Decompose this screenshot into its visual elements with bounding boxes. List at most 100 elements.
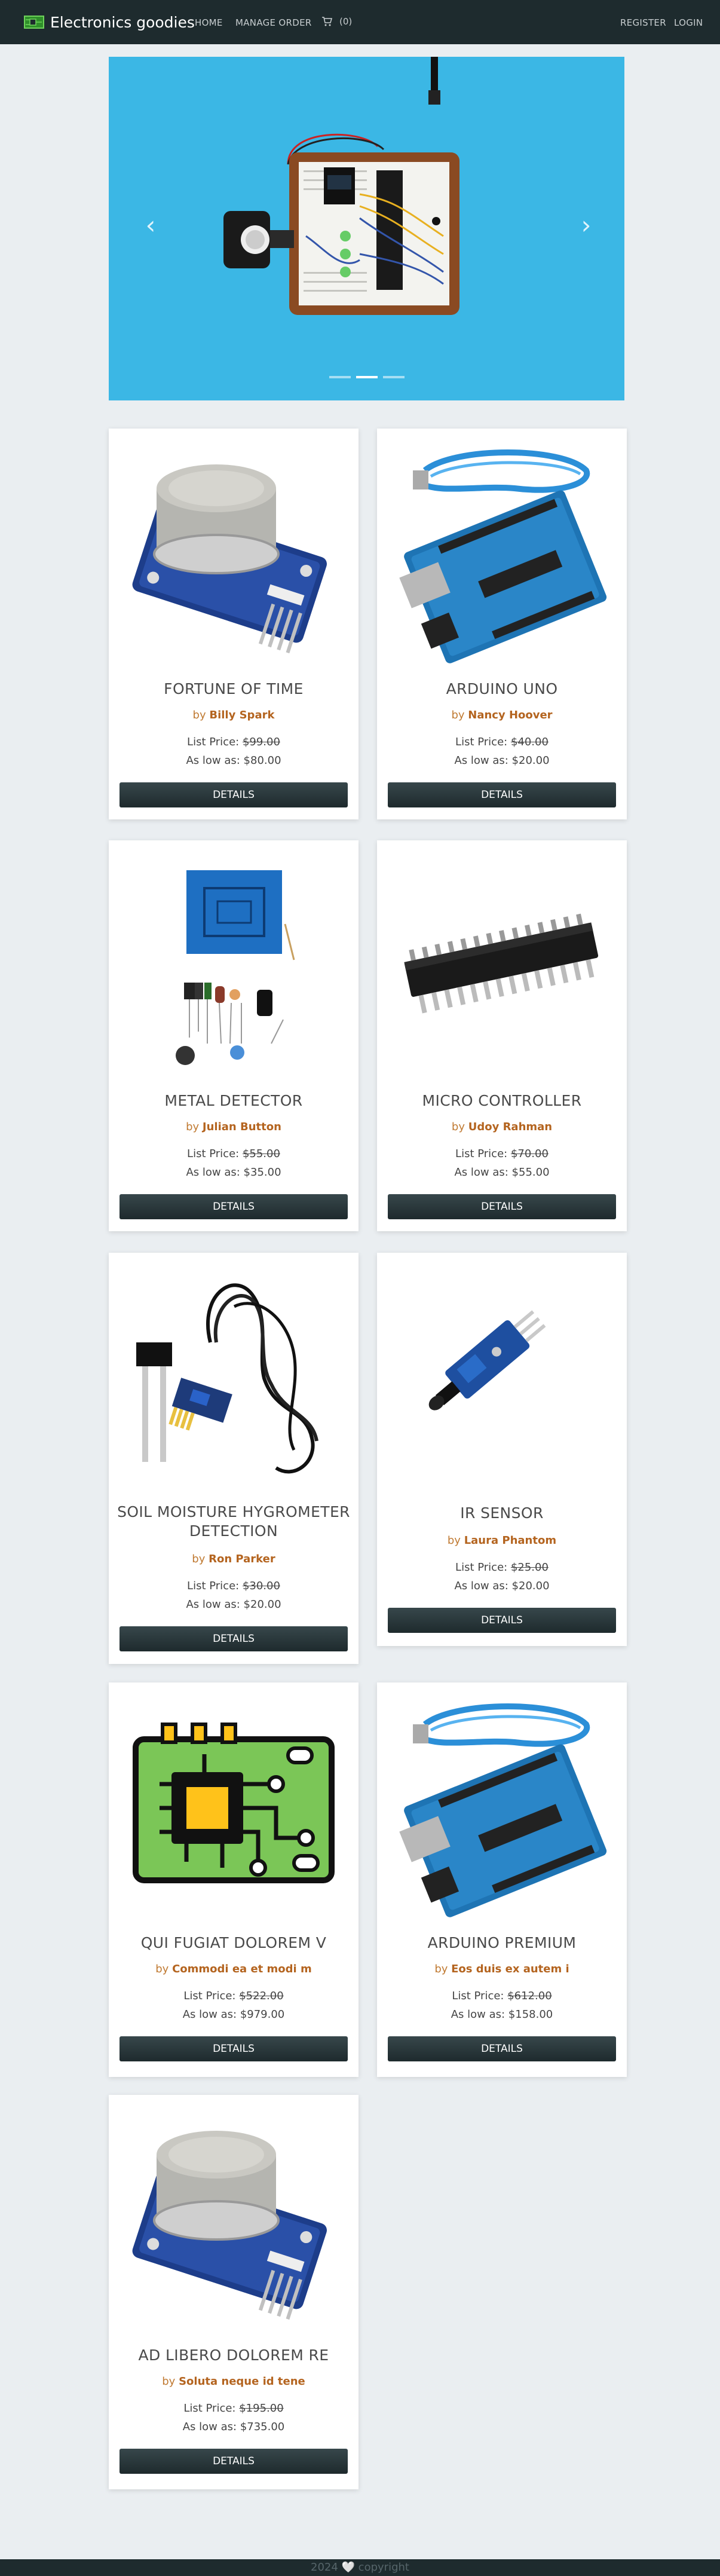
product-image-metal-detector-kit[interactable] xyxy=(115,846,353,1084)
low-price: As low as: $20.00 xyxy=(377,1580,627,1592)
product-image-chip[interactable] xyxy=(383,846,621,1084)
list-price-value: $40.00 xyxy=(510,736,549,748)
list-price-label: List Price: xyxy=(187,1580,240,1592)
by-label: by xyxy=(451,1121,465,1133)
list-price: List Price: $195.00 xyxy=(109,2402,359,2415)
low-price-label: As low as: xyxy=(454,754,508,767)
low-price: As low as: $158.00 xyxy=(377,2008,627,2021)
list-price: List Price: $612.00 xyxy=(377,1990,627,2002)
by-label: by xyxy=(155,1963,169,1975)
by-label: by xyxy=(192,709,206,721)
by-label: by xyxy=(162,2375,176,2388)
product-byline: by Billy Spark xyxy=(109,709,359,721)
product-card[interactable]: FORTUNE OF TIME by Billy Spark List Pric… xyxy=(109,429,359,819)
product-title[interactable]: SOIL MOISTURE HYGROMETER DETECTION xyxy=(116,1503,351,1541)
list-price-label: List Price: xyxy=(187,1148,240,1160)
list-price-value: $30.00 xyxy=(242,1580,280,1592)
low-price: As low as: $735.00 xyxy=(109,2421,359,2433)
product-card[interactable]: IR SENSOR by Laura Phantom List Price: $… xyxy=(377,1253,627,1646)
details-button[interactable]: DETAILS xyxy=(388,782,616,807)
list-price-label: List Price: xyxy=(452,1990,504,2002)
by-label: by xyxy=(447,1534,461,1547)
product-title[interactable]: ARDUINO UNO xyxy=(384,680,620,699)
carousel-next-button[interactable]: › xyxy=(574,213,598,238)
nav-manage-order[interactable]: MANAGE ORDER xyxy=(235,18,312,27)
product-card[interactable]: AD LIBERO DOLOREM RE by Soluta neque id … xyxy=(109,2095,359,2489)
list-price: List Price: $522.00 xyxy=(109,1990,359,2002)
product-image-ir-sensor[interactable] xyxy=(383,1259,621,1497)
details-button[interactable]: DETAILS xyxy=(388,2036,616,2061)
product-image-arduino-board[interactable] xyxy=(383,435,621,672)
product-image-gas-sensor[interactable] xyxy=(115,2101,353,2339)
product-image-arduino-board[interactable] xyxy=(383,1688,621,1926)
product-title[interactable]: METAL DETECTOR xyxy=(116,1091,351,1110)
product-byline: by Soluta neque id tene xyxy=(109,2375,359,2388)
carousel-prev-button[interactable]: ‹ xyxy=(139,213,163,238)
product-card[interactable]: METAL DETECTOR by Julian Button List Pri… xyxy=(109,840,359,1231)
footer: 2024 🤍 copyright xyxy=(0,2559,720,2576)
list-price: List Price: $70.00 xyxy=(377,1148,627,1160)
product-card[interactable]: SOIL MOISTURE HYGROMETER DETECTION by Ro… xyxy=(109,1253,359,1664)
cart-link[interactable]: (0) xyxy=(321,16,352,27)
details-button[interactable]: DETAILS xyxy=(120,1626,348,1651)
footer-copyright: 2024 🤍 copyright xyxy=(311,2561,409,2574)
product-image-circuit-icon[interactable] xyxy=(115,1688,353,1926)
product-author[interactable]: Laura Phantom xyxy=(464,1534,556,1547)
details-button[interactable]: DETAILS xyxy=(388,1194,616,1219)
circuit-logo-icon xyxy=(24,16,44,29)
product-title[interactable]: ARDUINO PREMIUM xyxy=(384,1933,620,1953)
by-label: by xyxy=(186,1121,200,1133)
list-price: List Price: $40.00 xyxy=(377,736,627,748)
product-card[interactable]: MICRO CONTROLLER by Udoy Rahman List Pri… xyxy=(377,840,627,1231)
product-title[interactable]: QUI FUGIAT DOLOREM V xyxy=(116,1933,351,1953)
product-card[interactable]: ARDUINO PREMIUM by Eos duis ex autem i L… xyxy=(377,1682,627,2077)
brand-link[interactable]: Electronics goodies xyxy=(24,12,195,32)
product-byline: by Udoy Rahman xyxy=(377,1121,627,1133)
list-price-label: List Price: xyxy=(183,1990,236,2002)
nav-register[interactable]: REGISTER xyxy=(620,18,666,27)
nav-login[interactable]: LOGIN xyxy=(674,18,703,27)
low-price: As low as: $979.00 xyxy=(109,2008,359,2021)
carousel-indicator-1[interactable] xyxy=(329,376,351,378)
details-button[interactable]: DETAILS xyxy=(120,1194,348,1219)
low-price-label: As low as: xyxy=(451,2008,505,2021)
product-author[interactable]: Commodi ea et modi m xyxy=(172,1963,312,1975)
details-button[interactable]: DETAILS xyxy=(388,1608,616,1633)
low-price: As low as: $20.00 xyxy=(377,754,627,767)
hero-carousel: ‹ › xyxy=(109,57,624,400)
product-title[interactable]: MICRO CONTROLLER xyxy=(384,1091,620,1110)
carousel-indicator-2[interactable] xyxy=(356,376,378,378)
product-image-gas-sensor[interactable] xyxy=(115,435,353,672)
product-author[interactable]: Eos duis ex autem i xyxy=(451,1963,569,1975)
product-title[interactable]: AD LIBERO DOLOREM RE xyxy=(116,2346,351,2365)
list-price-value: $70.00 xyxy=(510,1148,549,1160)
details-button[interactable]: DETAILS xyxy=(120,782,348,807)
product-byline: by Commodi ea et modi m xyxy=(109,1963,359,1975)
nav-home[interactable]: HOME xyxy=(195,18,223,27)
product-title[interactable]: FORTUNE OF TIME xyxy=(116,680,351,699)
product-card[interactable]: QUI FUGIAT DOLOREM V by Commodi ea et mo… xyxy=(109,1682,359,2077)
product-author[interactable]: Julian Button xyxy=(203,1121,281,1133)
low-price-value: $158.00 xyxy=(508,2008,553,2021)
low-price-label: As low as: xyxy=(454,1166,508,1179)
product-author[interactable]: Nancy Hoover xyxy=(468,709,552,721)
product-card[interactable]: ARDUINO UNO by Nancy Hoover List Price: … xyxy=(377,429,627,819)
by-label: by xyxy=(451,709,465,721)
details-button[interactable]: DETAILS xyxy=(120,2449,348,2474)
low-price-value: $35.00 xyxy=(243,1166,281,1179)
product-image-soil-sensor[interactable] xyxy=(115,1259,353,1497)
product-author[interactable]: Ron Parker xyxy=(209,1553,275,1565)
carousel-indicators xyxy=(109,376,624,378)
list-price: List Price: $55.00 xyxy=(109,1148,359,1160)
product-author[interactable]: Billy Spark xyxy=(209,709,274,721)
low-price-label: As low as: xyxy=(186,1166,240,1179)
carousel-indicator-3[interactable] xyxy=(382,376,405,378)
product-title[interactable]: IR SENSOR xyxy=(384,1504,620,1523)
product-author[interactable]: Udoy Rahman xyxy=(468,1121,552,1133)
details-button[interactable]: DETAILS xyxy=(120,2036,348,2061)
product-author[interactable]: Soluta neque id tene xyxy=(179,2375,305,2388)
low-price-label: As low as: xyxy=(186,1598,240,1611)
low-price-label: As low as: xyxy=(454,1580,508,1592)
low-price: As low as: $80.00 xyxy=(109,754,359,767)
low-price-value: $735.00 xyxy=(240,2421,285,2433)
